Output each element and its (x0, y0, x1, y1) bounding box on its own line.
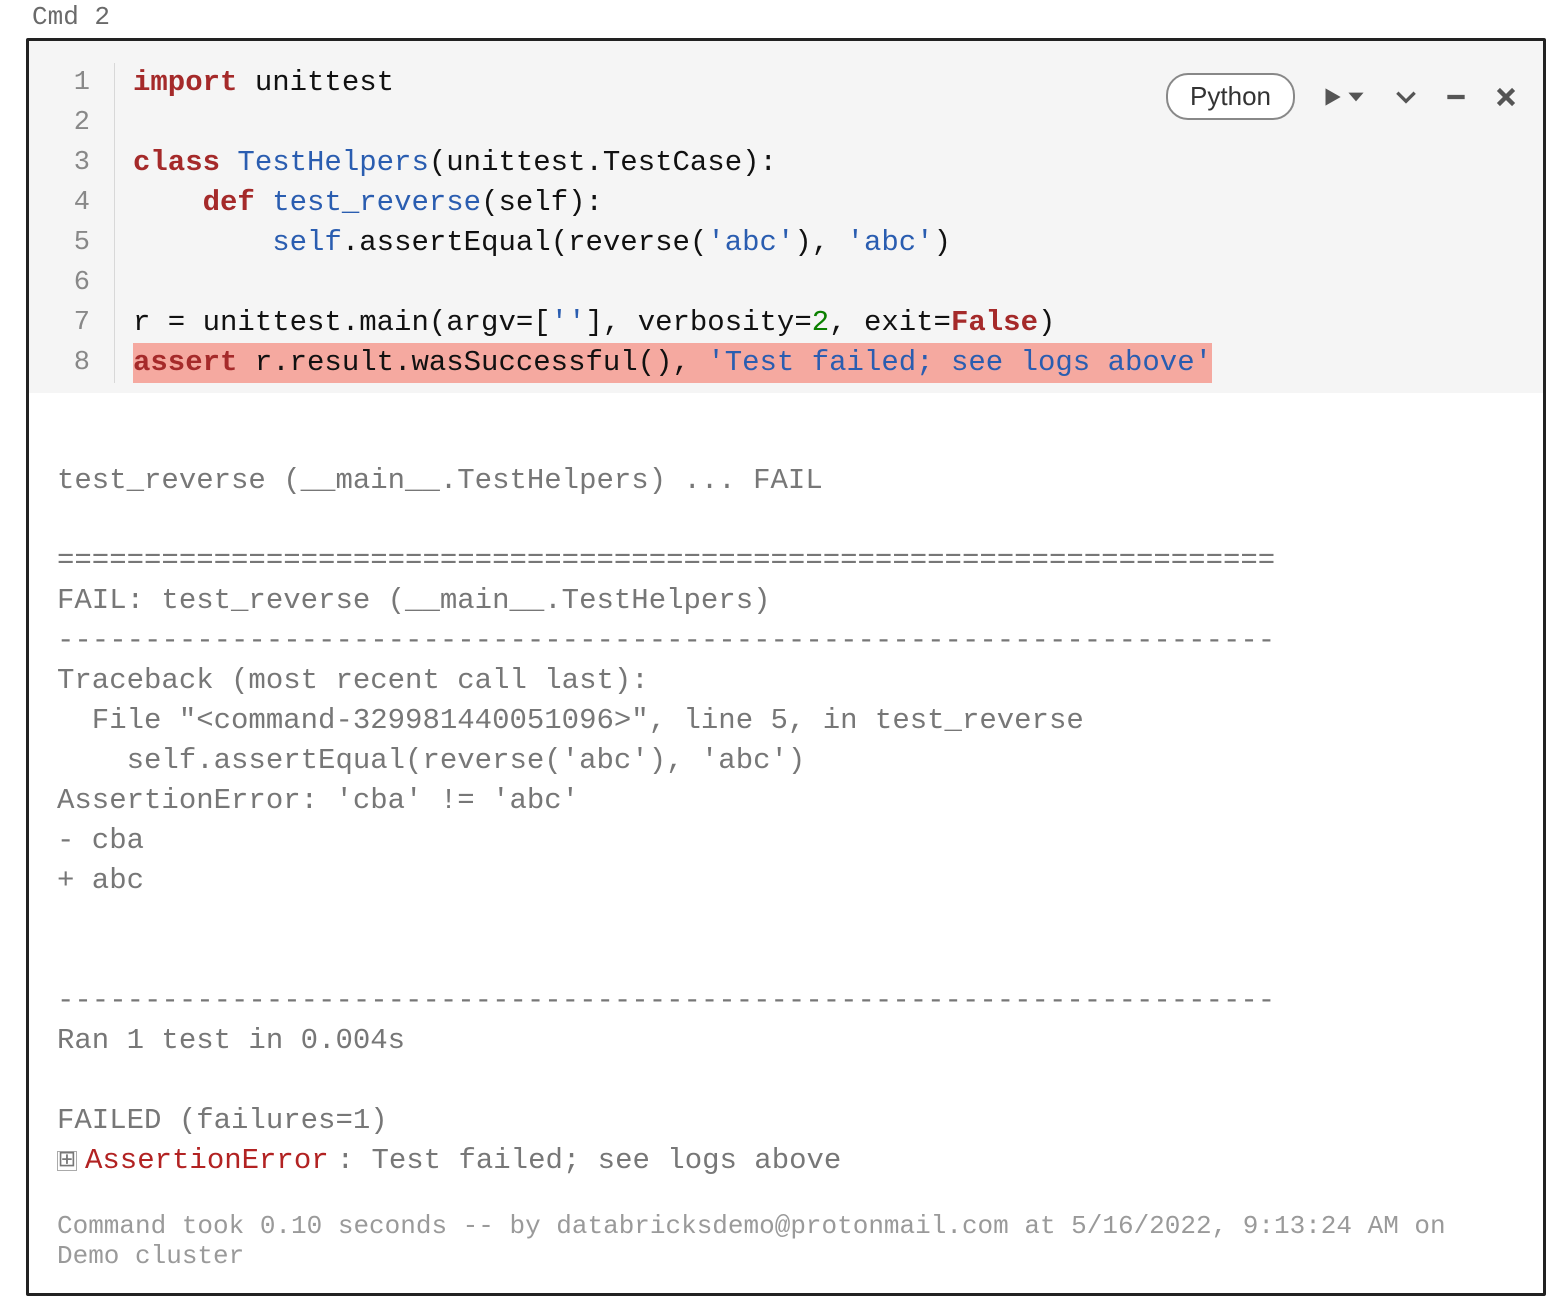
error-message: : Test failed; see logs above (337, 1141, 842, 1181)
output-traceback: AssertionError: 'cba' != 'abc' (57, 784, 579, 817)
run-icon[interactable] (1319, 84, 1345, 110)
output-summary: Ran 1 test in 0.004s (57, 1024, 405, 1057)
output-separator: ----------------------------------------… (57, 624, 1275, 657)
notebook-cell: Python (26, 38, 1546, 1296)
code-line[interactable]: 7 r = unittest.main(argv=[''], verbosity… (29, 303, 1543, 343)
line-number: 6 (29, 263, 115, 303)
line-number: 8 (29, 343, 115, 383)
code-line[interactable]: 5 self.assertEqual(reverse('abc'), 'abc'… (29, 223, 1543, 263)
code-editor[interactable]: Python (29, 41, 1543, 393)
output-separator: ----------------------------------------… (57, 984, 1275, 1017)
cell-label: Cmd 2 (0, 0, 1566, 38)
code-line[interactable]: 8 assert r.result.wasSuccessful(), 'Test… (29, 343, 1543, 383)
chevron-down-icon[interactable] (1393, 84, 1419, 110)
output-fail-header: FAIL: test_reverse (__main__.TestHelpers… (57, 584, 771, 617)
code-line[interactable]: 6 (29, 263, 1543, 303)
run-dropdown-icon[interactable] (1343, 84, 1369, 110)
language-selector[interactable]: Python (1166, 73, 1295, 120)
line-number: 7 (29, 303, 115, 343)
output-separator: ========================================… (57, 544, 1275, 577)
output-traceback: + abc (57, 864, 144, 897)
line-number: 3 (29, 143, 115, 183)
line-number: 5 (29, 223, 115, 263)
output-traceback: Traceback (most recent call last): (57, 664, 649, 697)
status-line: Command took 0.10 seconds -- by databric… (29, 1193, 1543, 1293)
close-icon[interactable] (1493, 84, 1519, 110)
minimize-icon[interactable] (1443, 84, 1469, 110)
expand-icon[interactable]: ⊞ (57, 1151, 77, 1171)
code-line[interactable]: 4 def test_reverse(self): (29, 183, 1543, 223)
output-line: test_reverse (__main__.TestHelpers) ... … (57, 464, 823, 497)
output-traceback: self.assertEqual(reverse('abc'), 'abc') (57, 744, 805, 777)
output-failed: FAILED (failures=1) (57, 1104, 388, 1137)
cell-toolbar: Python (1166, 73, 1519, 120)
cell-output: test_reverse (__main__.TestHelpers) ... … (29, 393, 1543, 1193)
code-line[interactable]: 3 class TestHelpers(unittest.TestCase): (29, 143, 1543, 183)
error-name: AssertionError (85, 1141, 329, 1181)
line-number: 4 (29, 183, 115, 223)
line-number: 2 (29, 103, 115, 143)
output-traceback: - cba (57, 824, 144, 857)
line-number: 1 (29, 63, 115, 103)
output-traceback: File "<command-329981440051096>", line 5… (57, 704, 1084, 737)
